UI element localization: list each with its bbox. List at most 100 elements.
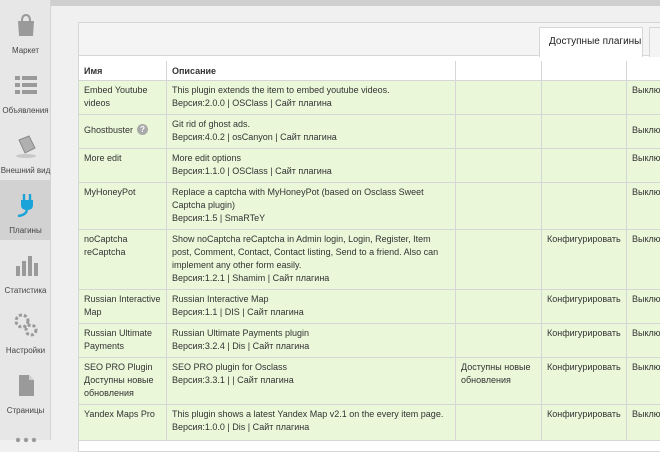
table-row: More edit More edit options Версия:1.1.0… — [79, 149, 660, 183]
table-row: Russian Ultimate Payments Russian Ultima… — [79, 324, 660, 358]
plugin-name: Yandex Maps Pro — [79, 405, 167, 440]
column-header-configure — [542, 61, 627, 81]
plugin-description-cell: Russian Interactive Map Версия:1.1 | DIS… — [167, 290, 456, 323]
plugin-meta[interactable]: Версия:3.2.4 | Dis | Сайт плагина — [172, 340, 451, 353]
sidebar-item-label: Внешний вид — [0, 166, 51, 175]
plugin-description: This plugin extends the item to embed yo… — [172, 85, 390, 95]
sidebar-item-label: Плагины — [9, 226, 42, 235]
plugin-name: Russian Interactive Map — [79, 290, 167, 323]
column-header-update — [456, 61, 542, 81]
disable-button[interactable]: Выклю — [627, 324, 660, 357]
plugin-update — [456, 81, 542, 114]
plugin-update — [456, 405, 542, 440]
plugin-name: More edit — [79, 149, 167, 182]
plugin-meta[interactable]: Версия:1.5 | SmaRTeY — [172, 212, 451, 225]
plugin-meta[interactable]: Версия:2.0.0 | OSClass | Сайт плагина — [172, 97, 451, 110]
plugin-meta[interactable]: Версия:3.3.1 | | Сайт плагина — [172, 374, 451, 387]
disable-button[interactable]: Выклю — [627, 405, 660, 440]
top-bar — [51, 0, 660, 6]
configure-button[interactable]: Конфигурировать — [542, 358, 627, 404]
plugin-name: Russian Ultimate Payments — [79, 324, 167, 357]
plugin-description: Russian Interactive Map — [172, 294, 269, 304]
plugin-name-cell: Ghostbuster? — [79, 115, 167, 148]
more-icon[interactable] — [14, 430, 38, 443]
market-bag-icon — [18, 13, 34, 36]
sidebar-item-label: Объявления — [2, 106, 49, 115]
disable-button[interactable]: Выклю — [627, 290, 660, 323]
paint-bucket-icon — [16, 135, 36, 158]
listings-icon — [15, 76, 37, 94]
configure-button[interactable]: Конфигурировать — [542, 405, 627, 440]
sidebar-item-label: Маркет — [11, 46, 40, 55]
plugin-meta[interactable]: Версия:4.0.2 | osCanyon | Сайт плагина — [172, 131, 451, 144]
plugin-update[interactable]: Доступны новые обновления — [456, 358, 542, 404]
tab-next[interactable] — [649, 27, 660, 57]
table-row: Ghostbuster? Git rid of ghost ads. Верси… — [79, 115, 660, 149]
plugin-description-cell: Replace a captcha with MyHoneyPot (based… — [167, 183, 456, 229]
plug-icon — [17, 194, 33, 218]
disable-button[interactable]: Выклю — [627, 183, 660, 229]
disable-button[interactable]: Выклю — [627, 149, 660, 182]
help-icon[interactable]: ? — [137, 124, 149, 135]
configure-button[interactable]: Конфигурировать — [542, 290, 627, 323]
page-icon — [19, 375, 34, 396]
tab-bar: Доступные плагины — [79, 23, 660, 57]
configure-button[interactable]: Конфигурировать — [542, 230, 627, 289]
table-row: Yandex Maps Pro This plugin shows a late… — [79, 405, 660, 441]
plugin-description-cell: Show noCaptcha reCaptcha in Admin login,… — [167, 230, 456, 289]
configure-button[interactable]: Конфигурировать — [542, 324, 627, 357]
plugin-update — [456, 115, 542, 148]
plugin-description: Show noCaptcha reCaptcha in Admin login,… — [172, 234, 439, 270]
disable-button[interactable]: Выклю — [627, 115, 660, 148]
plugin-description-cell: Russian Ultimate Payments plugin Версия:… — [167, 324, 456, 357]
sidebar-item-pages[interactable]: Страницы — [0, 360, 51, 420]
plugin-description: Git rid of ghost ads. — [172, 119, 251, 129]
plugin-description-cell: SEO PRO plugin for Osclass Версия:3.3.1 … — [167, 358, 456, 404]
plugin-meta[interactable]: Версия:1.1 | DIS | Сайт плагина — [172, 306, 451, 319]
plugin-update — [456, 230, 542, 289]
plugin-description: SEO PRO plugin for Osclass — [172, 362, 288, 372]
plugin-name: Ghostbuster — [84, 125, 134, 135]
plugin-name: Embed Youtube videos — [79, 81, 167, 114]
plugin-name: SEO PRO Plugin Доступны новые обновления — [79, 358, 167, 404]
configure-button[interactable] — [542, 183, 627, 229]
configure-button[interactable] — [542, 149, 627, 182]
sidebar-item-settings[interactable]: Настройки — [0, 300, 51, 360]
configure-button[interactable] — [542, 115, 627, 148]
disable-button[interactable]: Выклю — [627, 358, 660, 404]
sidebar-item-listings[interactable]: Объявления — [0, 60, 51, 120]
plugin-description: Russian Ultimate Payments plugin — [172, 328, 310, 338]
table-row: Embed Youtube videos This plugin extends… — [79, 81, 660, 115]
sidebar-item-appearance[interactable]: Внешний вид — [0, 120, 51, 180]
plugin-description: This plugin shows a latest Yandex Map v2… — [172, 409, 444, 419]
plugin-meta[interactable]: Версия:1.2.1 | Shamim | Сайт плагина — [172, 272, 451, 285]
plugin-update — [456, 149, 542, 182]
plugin-update — [456, 324, 542, 357]
sidebar-item-label: Страницы — [6, 406, 45, 415]
admin-sidebar: Маркет Объявления Внешний вид Плагины Ст… — [0, 0, 51, 443]
plugin-description: More edit options — [172, 153, 242, 163]
column-header-description[interactable]: Описание — [167, 61, 456, 81]
disable-button[interactable]: Выклю — [627, 230, 660, 289]
sidebar-item-plugins[interactable]: Плагины — [0, 180, 51, 240]
plugin-meta[interactable]: Версия:1.0.0 | Dis | Сайт плагина — [172, 421, 451, 434]
plugin-description-cell: This plugin shows a latest Yandex Map v2… — [167, 405, 456, 440]
plugin-description-cell: Git rid of ghost ads. Версия:4.0.2 | osC… — [167, 115, 456, 148]
plugin-name: noCaptcha reCaptcha — [79, 230, 167, 289]
column-header-name[interactable]: Имя — [79, 61, 167, 81]
plugin-description-cell: More edit options Версия:1.1.0 | OSClass… — [167, 149, 456, 182]
sidebar-item-market[interactable]: Маркет — [0, 0, 51, 60]
plugin-name: MyHoneyPot — [79, 183, 167, 229]
table-row: Russian Interactive Map Russian Interact… — [79, 290, 660, 324]
table-row: noCaptcha reCaptcha Show noCaptcha reCap… — [79, 230, 660, 290]
tab-available-plugins[interactable]: Доступные плагины — [539, 27, 643, 57]
column-header-status — [627, 61, 660, 81]
sidebar-item-stats[interactable]: Статистика — [0, 240, 51, 300]
plugin-meta[interactable]: Версия:1.1.0 | OSClass | Сайт плагина — [172, 165, 451, 178]
sidebar-item-label: Статистика — [4, 286, 47, 295]
gears-icon — [14, 313, 38, 337]
plugin-update — [456, 183, 542, 229]
disable-button[interactable]: Выклю — [627, 81, 660, 114]
configure-button[interactable] — [542, 81, 627, 114]
plugin-description: Replace a captcha with MyHoneyPot (based… — [172, 187, 424, 210]
